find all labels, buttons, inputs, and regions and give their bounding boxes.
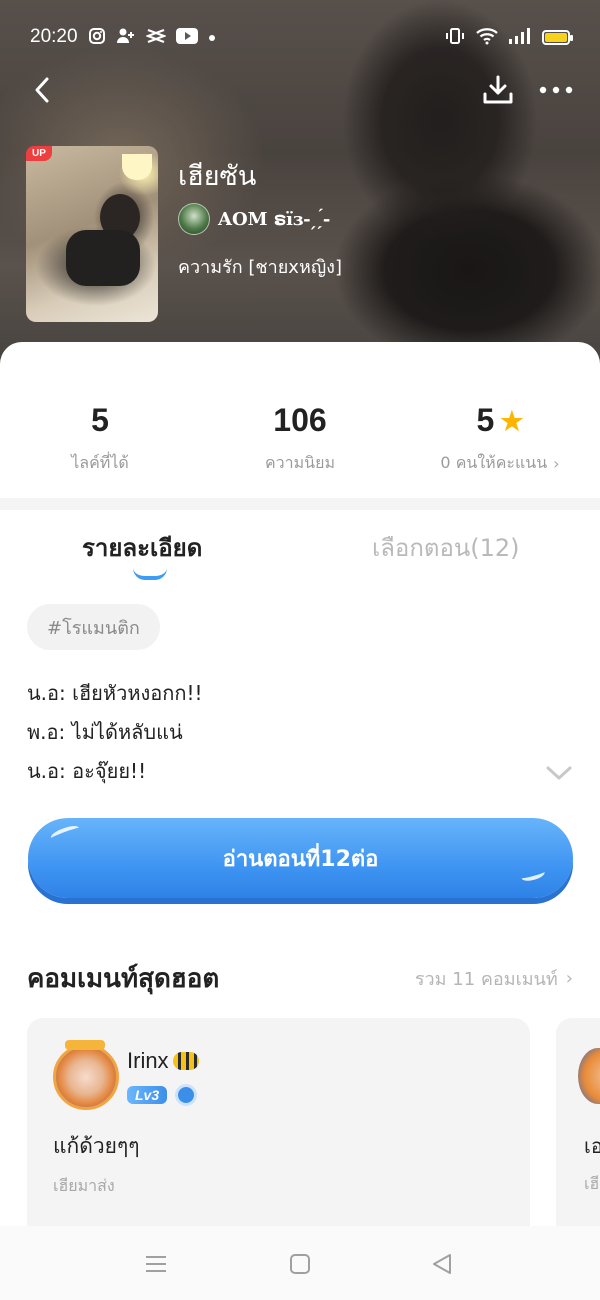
- comments-total: รวม 11 คอมเมนท์: [414, 969, 558, 990]
- system-back-button[interactable]: [426, 1248, 458, 1280]
- tab-bar: รายละเอียด เลือกตอน(12): [0, 528, 600, 588]
- chevron-left-icon: [35, 77, 49, 103]
- popularity-label: ความนิยม: [264, 453, 336, 472]
- tab-indicator: [133, 568, 167, 580]
- download-icon: [483, 75, 513, 104]
- rating-value: 5: [476, 402, 495, 438]
- comment-text: แก้ด้วยๆๆ: [53, 1134, 140, 1158]
- dot-icon: [208, 29, 216, 45]
- comment-episode: เฮี: [584, 1174, 600, 1193]
- tab-details[interactable]: รายละเอียด: [82, 528, 202, 567]
- expand-synopsis-button[interactable]: [544, 758, 574, 788]
- level-icon: [175, 1084, 198, 1106]
- vibrate-icon: [444, 27, 466, 48]
- author-row[interactable]: AOM ຣïɜ- ̗ˏ́-: [178, 203, 330, 235]
- capcut-icon: [144, 28, 167, 47]
- more-button[interactable]: [534, 70, 578, 110]
- menu-icon: [146, 1256, 166, 1272]
- author-name: AOM ຣïɜ- ̗ˏ́-: [218, 208, 331, 230]
- status-time: 20:20: [30, 26, 78, 47]
- comment-episode: เฮียมาส่ง: [53, 1176, 115, 1195]
- bee-icon: [172, 1052, 199, 1070]
- level-badge: Lv3: [127, 1086, 168, 1104]
- add-user-icon: [116, 27, 136, 48]
- genre-label: ความรัก [ชายxหญิง]: [178, 257, 342, 278]
- author-avatar: [178, 203, 210, 235]
- square-icon: [290, 1254, 310, 1274]
- continue-reading-label: อ่านตอนที่12ต่อ: [222, 846, 379, 872]
- chevron-right-icon: ›: [565, 968, 573, 989]
- download-button[interactable]: [478, 70, 518, 110]
- commenter-avatar[interactable]: [53, 1044, 119, 1110]
- wifi-icon: [476, 27, 498, 48]
- details-sheet: 5 ไลค์ที่ได้ 106 ความนิยม 5 ★ 0 คนให้คะแ…: [0, 342, 600, 1300]
- genre-tag[interactable]: #โรแมนติก: [27, 604, 160, 650]
- battery-icon: [542, 29, 573, 45]
- stats-row: 5 ไลค์ที่ได้ 106 ความนิยม 5 ★ 0 คนให้คะแ…: [0, 402, 600, 476]
- level-row: Lv3: [127, 1084, 198, 1106]
- comments-header: คอมเมนท์สุดฮอต รวม 11 คอมเมนท์ ›: [27, 958, 573, 998]
- comment-text: เอ: [584, 1134, 600, 1158]
- stat-popularity: 106 ความนิยม: [200, 402, 400, 476]
- popularity-value: 106: [273, 402, 327, 438]
- back-button[interactable]: [22, 70, 62, 110]
- more-dots-icon: [539, 86, 573, 94]
- cover-image[interactable]: [26, 146, 158, 322]
- synopsis-line: น.อ: อะจุ๊ยย!!: [27, 759, 147, 783]
- system-nav-bar: [0, 1226, 600, 1300]
- rating-label: 0 คนให้คะแนน: [440, 453, 548, 472]
- synopsis-line: พ.อ: ไม่ได้หลับแน่: [27, 720, 183, 744]
- chevron-right-icon: ›: [553, 454, 560, 473]
- likes-value: 5: [91, 402, 109, 438]
- story-title: เฮียซัน: [178, 161, 257, 192]
- star-icon: ★: [500, 405, 524, 436]
- recent-apps-button[interactable]: [140, 1248, 172, 1280]
- chevron-down-icon: [546, 766, 572, 780]
- top-bar: [22, 70, 578, 114]
- writer-frame-icon: [65, 1040, 105, 1050]
- comment-card[interactable]: Irinx Lv3 แก้ด้วยๆๆ เฮียมาส่ง: [27, 1018, 530, 1248]
- commenter-avatar: [578, 1048, 600, 1104]
- stat-rating[interactable]: 5 ★ 0 คนให้คะแนน ›: [400, 402, 600, 476]
- home-button[interactable]: [284, 1248, 316, 1280]
- stat-likes: 5 ไลค์ที่ได้: [0, 402, 200, 476]
- comments-title: คอมเมนท์สุดฮอต: [27, 964, 220, 994]
- section-divider: [0, 498, 600, 510]
- instagram-icon: [88, 27, 106, 48]
- likes-label: ไลค์ที่ได้: [71, 453, 129, 472]
- continue-reading-button[interactable]: อ่านตอนที่12ต่อ: [28, 818, 573, 898]
- synopsis-line: น.อ: เฮียหัวหงอกก!!: [27, 681, 203, 705]
- tab-episodes[interactable]: เลือกตอน(12): [372, 528, 520, 567]
- status-bar: 20:20: [30, 22, 573, 52]
- update-badge: UP: [26, 146, 52, 161]
- signal-icon: [508, 27, 532, 48]
- comment-card[interactable]: เอ เฮี: [556, 1018, 600, 1248]
- all-comments-link[interactable]: รวม 11 คอมเมนท์ ›: [415, 964, 573, 993]
- synopsis: น.อ: เฮียหัวหงอกก!! พ.อ: ไม่ได้หลับแน่ น…: [27, 674, 527, 791]
- youtube-icon: [175, 27, 198, 47]
- triangle-back-icon: [433, 1254, 451, 1274]
- commenter-name: Irinx: [127, 1048, 199, 1074]
